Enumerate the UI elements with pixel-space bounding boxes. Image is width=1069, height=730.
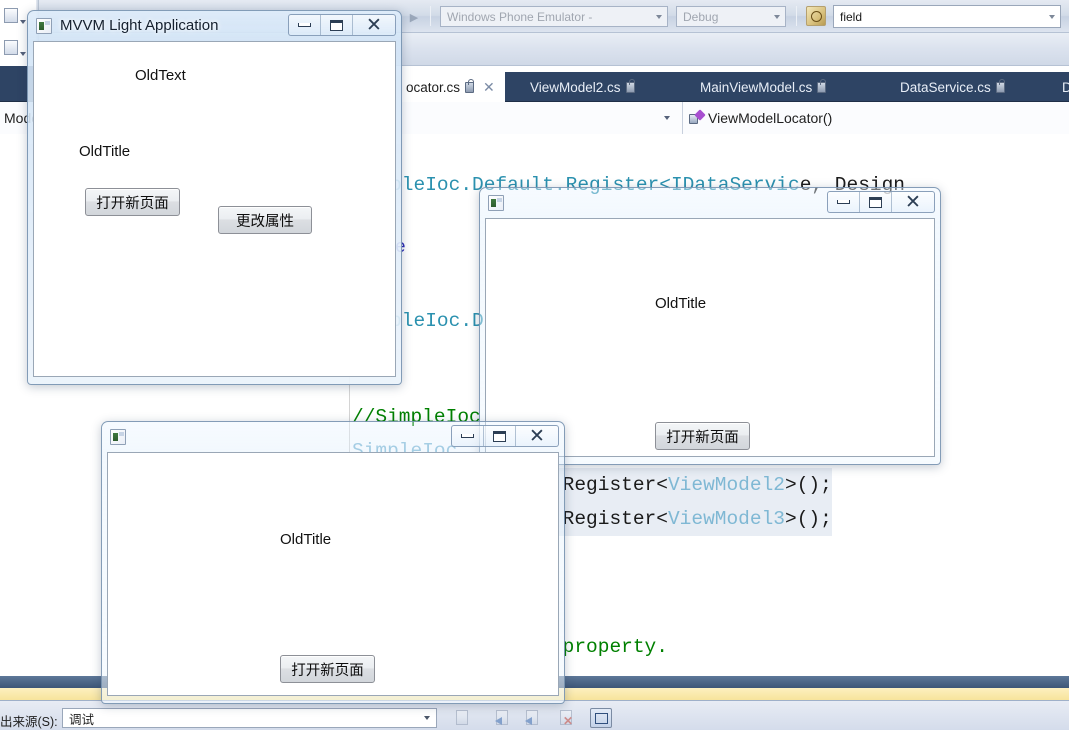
minimize-glyph — [461, 434, 474, 438]
close-icon[interactable]: ✕ — [516, 426, 558, 446]
tab-label: ViewModel2.cs — [530, 79, 621, 95]
clear-all-icon[interactable]: ✕ — [556, 708, 578, 728]
toolbar-separator — [430, 6, 431, 26]
tab-mainviewmodel-cs[interactable]: MainViewModel.cs — [690, 72, 836, 102]
caption-buttons: ✕ — [451, 425, 559, 447]
minimize-glyph — [837, 200, 850, 204]
toggle-word-wrap-icon[interactable] — [590, 708, 612, 728]
minimize-icon[interactable] — [828, 192, 860, 212]
toolbox-icon[interactable] — [2, 38, 28, 60]
pin-icon[interactable] — [817, 78, 827, 93]
find-combo-value: field — [840, 9, 863, 24]
maximize-glyph — [330, 19, 343, 31]
mvvm-app-icon — [488, 194, 504, 211]
close-glyph: ✕ — [529, 425, 545, 447]
minimize-icon[interactable] — [452, 426, 484, 446]
arrow-left-glyph — [495, 717, 502, 725]
member-dropdown[interactable]: ViewModelLocator() — [683, 102, 1069, 134]
close-glyph: ✕ — [366, 14, 382, 36]
toolbar-separator — [796, 6, 797, 26]
window-viewmodel3[interactable]: ✕ OldTitle 打开新页面 — [101, 421, 565, 704]
method-icon — [689, 109, 706, 125]
find-message-icon[interactable] — [452, 708, 474, 728]
code-token: ViewModel2 — [667, 474, 785, 496]
start-debugging-icon[interactable]: ▶ — [404, 8, 424, 26]
solution-configuration-value: Debug — [683, 9, 719, 24]
output-source-combo[interactable]: 调试 — [62, 708, 437, 728]
find-combo[interactable]: field — [833, 5, 1061, 28]
tab-overflow-next[interactable]: D — [1052, 72, 1069, 102]
client-area: OldText OldTitle 打开新页面 更改属性 — [33, 41, 396, 377]
chevron-down-icon — [424, 716, 430, 720]
tab-viewmodel2-cs[interactable]: ViewModel2.cs — [520, 72, 645, 102]
pin-icon[interactable] — [465, 78, 475, 93]
chevron-down-icon — [774, 14, 780, 19]
tab-viewmodellocator-cs[interactable]: ocator.cs ✕ — [396, 72, 505, 102]
tab-label: ocator.cs — [406, 79, 461, 95]
code-token: >(); — [785, 474, 832, 496]
pin-icon[interactable] — [625, 78, 635, 93]
chevron-down-icon — [656, 14, 662, 19]
title-bar[interactable]: ✕ — [479, 187, 941, 218]
code-token: roperty. — [574, 636, 668, 658]
screenshot-root: ▶ Windows Phone Emulator - Debug field o… — [0, 0, 1069, 730]
box-glyph — [4, 8, 18, 23]
member-dropdown-value: ViewModelLocator() — [708, 110, 833, 126]
maximize-icon[interactable] — [321, 15, 353, 35]
platform-target-combo[interactable]: Windows Phone Emulator - — [440, 6, 668, 27]
maximize-glyph — [869, 196, 882, 208]
minimize-glyph — [298, 23, 311, 27]
go-to-next-message-icon[interactable] — [522, 708, 544, 728]
code-token: ViewModel3 — [667, 508, 785, 530]
open-new-page-button[interactable]: 打开新页面 — [280, 655, 375, 683]
wrap-glyph — [595, 713, 608, 724]
label-title: OldTitle — [655, 295, 707, 312]
output-source-value: 调试 — [69, 712, 95, 727]
close-icon[interactable]: ✕ — [892, 192, 934, 212]
tab-label: DataService.cs — [900, 79, 991, 95]
go-to-previous-message-icon[interactable] — [492, 708, 514, 728]
window-mvvm-light-application[interactable]: MVVM Light Application ✕ OldText OldTitl… — [27, 10, 402, 385]
open-new-page-button[interactable]: 打开新页面 — [85, 188, 180, 216]
chevron-down-icon — [20, 52, 26, 56]
close-icon[interactable]: ✕ — [353, 15, 395, 35]
chevron-down-icon — [20, 20, 26, 24]
code-token: >(); — [785, 508, 832, 530]
maximize-glyph — [493, 430, 506, 442]
label-old-text: OldText — [135, 67, 186, 84]
change-property-button[interactable]: 更改属性 — [218, 206, 312, 234]
tab-label: MainViewModel.cs — [700, 79, 813, 95]
window-title: MVVM Light Application — [60, 17, 219, 34]
maximize-icon[interactable] — [860, 192, 892, 212]
maximize-icon[interactable] — [484, 426, 516, 446]
label-old-title: OldTitle — [79, 143, 131, 160]
box-glyph — [4, 40, 18, 55]
caption-buttons: ✕ — [288, 14, 396, 36]
output-source-label: 出来源(S): — [0, 715, 58, 729]
x-glyph: ✕ — [563, 714, 574, 728]
minimize-icon[interactable] — [289, 15, 321, 35]
solution-configuration-combo[interactable]: Debug — [676, 6, 786, 27]
platform-target-value: Windows Phone Emulator - — [447, 9, 593, 24]
chevron-down-icon — [1049, 14, 1055, 19]
client-area: OldTitle 打开新页面 — [107, 452, 559, 696]
chevron-down-icon — [664, 116, 670, 120]
xaml-designer-icon[interactable] — [2, 6, 28, 28]
pin-icon[interactable] — [995, 78, 1005, 93]
close-glyph: ✕ — [905, 191, 921, 213]
title-bar[interactable]: ✕ — [101, 421, 565, 452]
find-icon[interactable] — [806, 6, 826, 26]
close-icon[interactable]: ✕ — [483, 79, 495, 96]
title-bar[interactable]: MVVM Light Application ✕ — [27, 10, 402, 41]
open-new-page-button[interactable]: 打开新页面 — [655, 422, 750, 450]
label-title: OldTitle — [280, 531, 332, 548]
tab-label: D — [1062, 79, 1069, 95]
tab-dataservice-cs[interactable]: DataService.cs — [890, 72, 1015, 102]
arrow-right-glyph — [525, 717, 532, 725]
mvvm-app-icon — [110, 428, 126, 445]
sheet-glyph — [456, 710, 468, 725]
mvvm-app-icon — [36, 17, 52, 34]
caption-buttons: ✕ — [827, 191, 935, 213]
